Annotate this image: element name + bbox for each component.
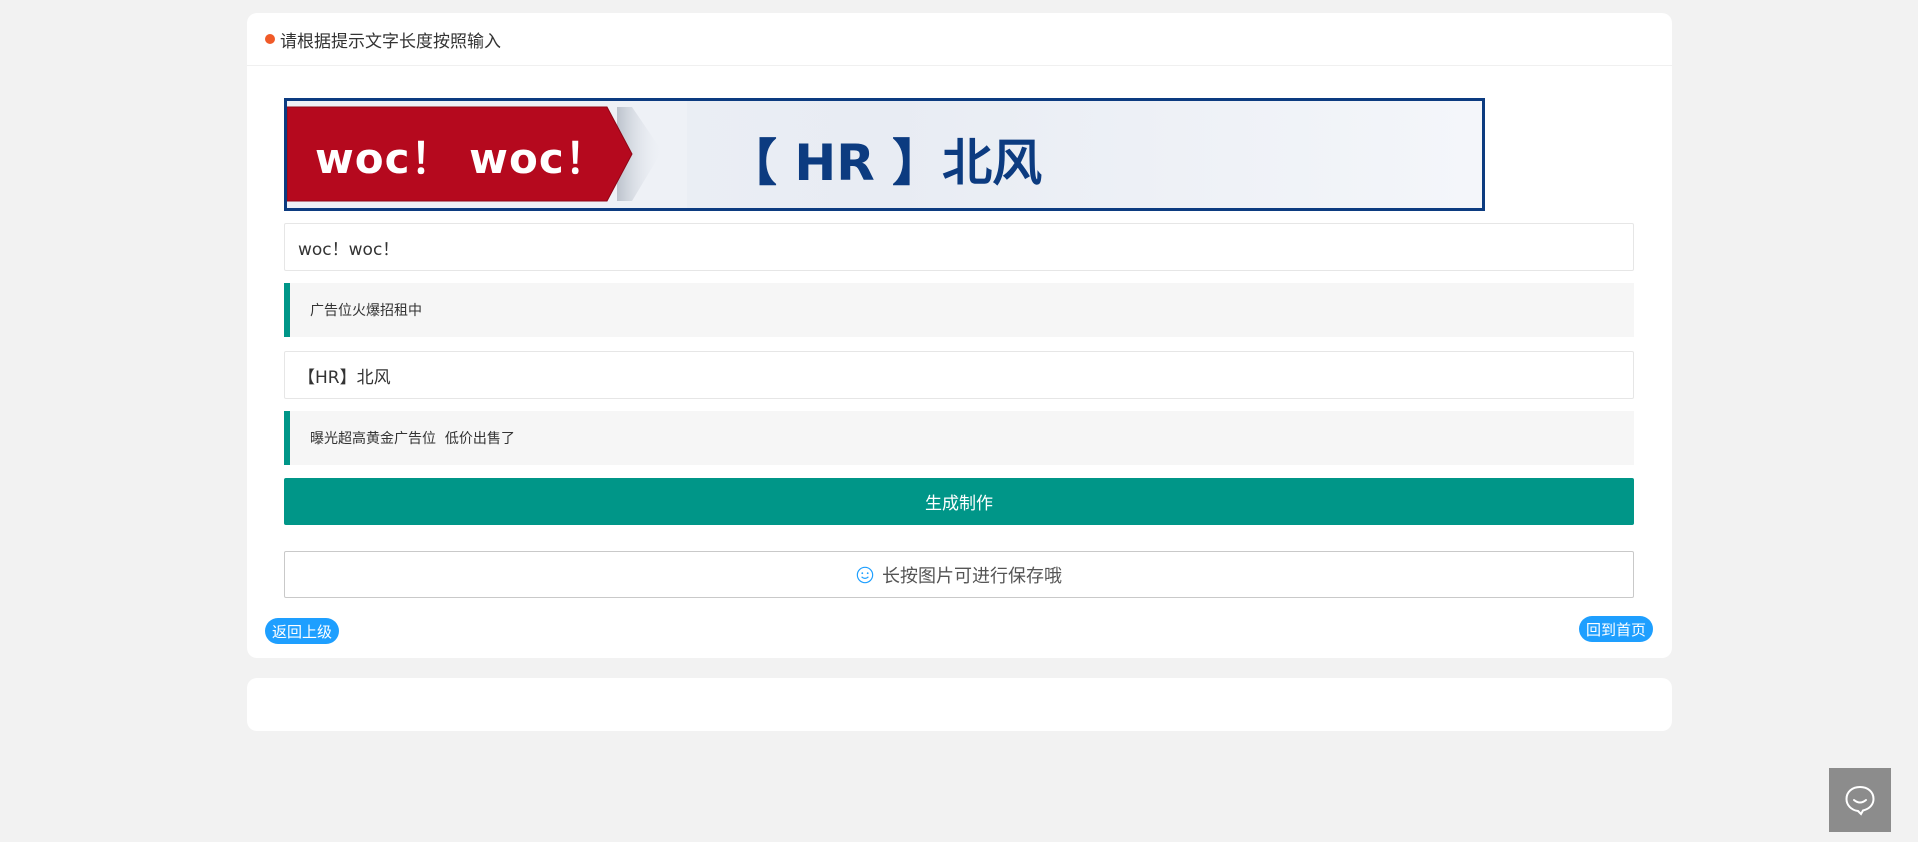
generate-button[interactable]: 生成制作 <box>284 478 1634 525</box>
main-card: 请根据提示文字长度按照输入 woc！ woc！ 【 HR 】北风 广告位火爆招租… <box>247 13 1672 658</box>
chat-bubble-icon <box>1845 785 1875 816</box>
tip-text-2: 曝光超高黄金广告位 低价出售了 <box>310 431 515 447</box>
generate-button-label: 生成制作 <box>925 494 993 514</box>
card-title: 请根据提示文字长度按照输入 <box>280 31 501 52</box>
tip-text-1: 广告位火爆招租中 <box>310 303 422 319</box>
tip-block-2: 曝光超高黄金广告位 低价出售了 <box>284 411 1634 465</box>
home-button-label: 回到首页 <box>1586 620 1647 639</box>
text-field-1[interactable] <box>284 223 1634 271</box>
preview-banner: woc！ woc！ 【 HR 】北风 <box>284 98 1485 211</box>
banner-left-text: woc！ woc！ <box>315 134 608 183</box>
chat-button[interactable] <box>1829 768 1891 832</box>
secondary-card <box>247 678 1672 731</box>
home-button[interactable]: 回到首页 <box>1579 616 1654 642</box>
bullet-dot-icon <box>265 34 275 44</box>
banner-right-text: 【 HR 】北风 <box>727 134 1043 192</box>
save-hint-button[interactable]: 长按图片可进行保存哦 <box>284 551 1634 598</box>
back-button-label: 返回上级 <box>272 622 333 641</box>
text-field-2[interactable] <box>284 351 1634 399</box>
tip-block-1: 广告位火爆招租中 <box>284 283 1634 337</box>
smile-icon <box>856 566 874 583</box>
card-header: 请根据提示文字长度按照输入 <box>247 13 1672 66</box>
save-hint-label: 长按图片可进行保存哦 <box>882 565 1062 587</box>
banner-red-ribbon: woc！ woc！ <box>287 101 687 208</box>
back-button[interactable]: 返回上级 <box>265 618 340 644</box>
